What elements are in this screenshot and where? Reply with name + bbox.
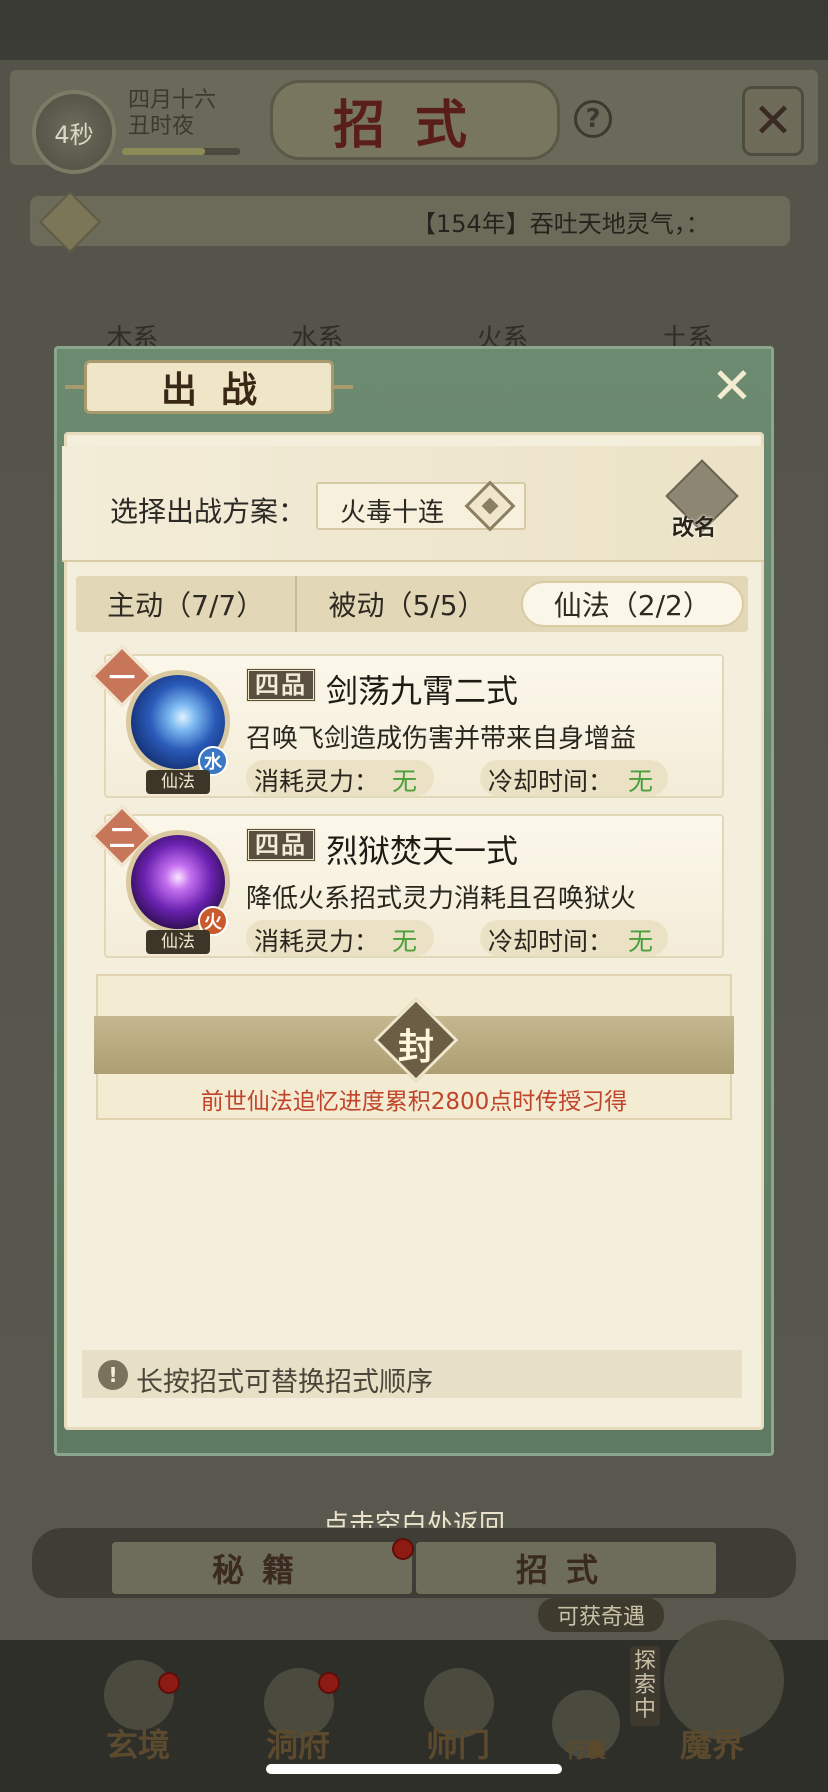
help-button[interactable]: ? (574, 100, 612, 138)
cooldown-label: 冷却时间： (488, 767, 614, 796)
cooldown-value: 无 (628, 767, 654, 796)
tab-active-skills[interactable]: 主动（7/7） (76, 576, 295, 632)
plan-label: 选择出战方案： (110, 495, 307, 528)
game-date: 四月十六 丑时夜 (128, 88, 216, 140)
cooldown-label: 冷却时间： (488, 927, 614, 956)
tab-passive-skills[interactable]: 被动（5/5） (295, 576, 516, 632)
grade-tag: 四品 (246, 828, 316, 862)
adventure-badge[interactable]: 可获奇遇 (538, 1598, 664, 1632)
game-screen: 4秒 四月十六 丑时夜 招式 ? ✕ 【154年】吞吐天地灵气，： 木系 水系 … (0, 0, 828, 1792)
close-page-button[interactable]: ✕ (742, 86, 804, 156)
tab-manuals[interactable]: 秘籍 (112, 1542, 412, 1594)
cost-label: 消耗灵力： (254, 927, 380, 956)
grade-tag: 四品 (246, 668, 316, 702)
nav-bag[interactable]: 行囊 (566, 1734, 606, 1763)
modal-close-button[interactable]: ✕ (704, 357, 760, 415)
ticker-text: 【154年】吞吐天地灵气，： (412, 210, 710, 238)
nav-mystic-realm[interactable]: 玄境 (106, 1720, 170, 1766)
notification-dot (318, 1672, 340, 1694)
cost-label: 消耗灵力： (254, 767, 380, 796)
type-tag: 仙法 (146, 770, 210, 794)
skill-name: 剑荡九霄二式 (326, 672, 519, 710)
exploring-badge: 探索中 (630, 1646, 660, 1726)
notification-dot (158, 1672, 180, 1694)
notification-dot (392, 1538, 414, 1560)
page-title: 招式 (270, 80, 560, 160)
skill-description: 降低火系招式灵力消耗且召唤狱火 (246, 884, 637, 914)
skill-description: 召唤飞剑造成伤害并带来自身增益 (246, 724, 637, 754)
modal-title: 出战 (65, 360, 353, 414)
skill-type-tabs: 主动（7/7） 被动（5/5） 仙法（2/2） (76, 576, 748, 632)
hint-text: 长按招式可替换招式顺序 (136, 1367, 433, 1398)
countdown-timer: 4秒 (32, 90, 116, 174)
cost-value: 无 (392, 927, 418, 956)
type-tag: 仙法 (146, 930, 210, 954)
cost-value: 无 (392, 767, 418, 796)
rename-label[interactable]: 改名 (672, 510, 716, 542)
cooldown-value: 无 (628, 927, 654, 956)
seal-label: 封 (397, 1026, 434, 1068)
home-indicator[interactable] (266, 1764, 562, 1774)
date-time: 丑时夜 (128, 114, 195, 139)
time-progress-bar (122, 148, 240, 155)
plan-select-value[interactable]: 火毒十连 (340, 492, 444, 529)
exclamation-icon: ! (98, 1360, 128, 1390)
tab-moves[interactable]: 招式 (416, 1542, 716, 1594)
nav-cave-abode[interactable]: 洞府 (266, 1720, 330, 1766)
unlock-condition: 前世仙法追忆进度累积2800点时传授习得 (200, 1089, 628, 1115)
date-day: 四月十六 (128, 88, 217, 113)
skill-name: 烈狱焚天一式 (326, 832, 519, 870)
nav-demon-realm[interactable]: 魔界 (680, 1720, 744, 1766)
nav-sect[interactable]: 师门 (426, 1720, 490, 1766)
tab-immortal-arts[interactable]: 仙法（2/2） (520, 581, 744, 627)
